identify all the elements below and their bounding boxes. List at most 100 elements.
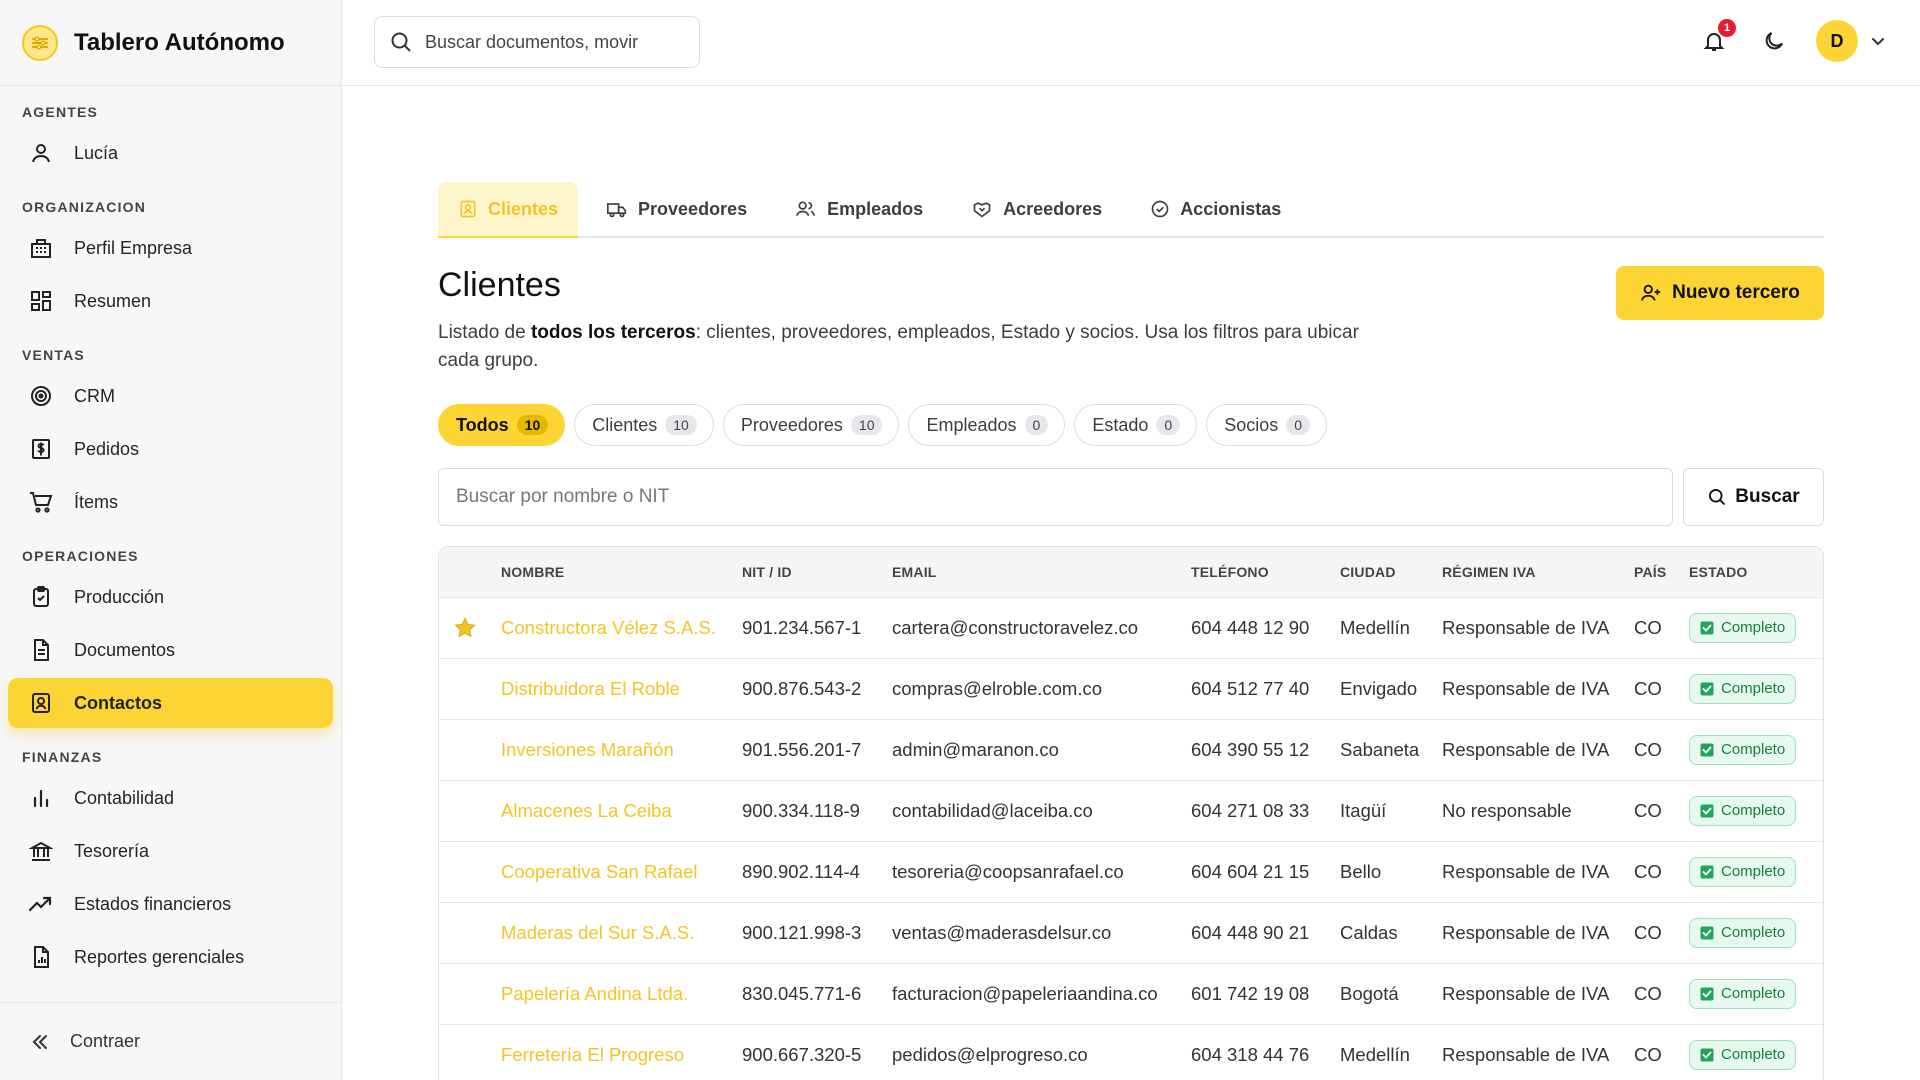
sidebar-item-tesoreria[interactable]: Tesorería (8, 826, 333, 876)
search-button[interactable]: Buscar (1683, 468, 1824, 526)
search-icon (1707, 487, 1727, 507)
contact-name-link[interactable]: Ferretería El Progreso (501, 1023, 742, 1080)
building-icon (26, 233, 56, 263)
favorite-toggle[interactable] (439, 596, 501, 658)
filter-row: Buscar (438, 468, 1824, 526)
sidebar-item-label: Reportes gerenciales (74, 946, 245, 967)
check-square-icon (1700, 1048, 1714, 1062)
user-plus-icon (1640, 282, 1662, 304)
theme-toggle-button[interactable] (1758, 25, 1790, 57)
table-row[interactable]: Cooperativa San Rafael 890.902.114-4 tesor… (439, 840, 1823, 902)
table-row[interactable]: Almacenes La Ceiba 900.334.118-9 contabili… (439, 779, 1823, 841)
table-row[interactable]: Inversiones Marañón 901.556.201-7 admin@ma… (439, 718, 1823, 780)
col-pais[interactable]: PAÍS (1634, 547, 1689, 597)
cell-email: pedidos@elprogreso.co (892, 1023, 1191, 1080)
tab-proveedores[interactable]: Proveedores (586, 182, 767, 236)
chip-socios[interactable]: Socios 0 (1206, 404, 1328, 446)
table-row[interactable]: Maderas del Sur S.A.S. 900.121.998-3 venta… (439, 901, 1823, 963)
sidebar-item-produccion[interactable]: Producción (8, 572, 333, 622)
chip-todos[interactable]: Todos 10 (438, 404, 566, 446)
col-telefono[interactable]: TELÉFONO (1191, 547, 1340, 597)
chip-clientes[interactable]: Clientes 10 (574, 404, 714, 446)
col-nombre[interactable]: NOMBRE (501, 547, 742, 597)
contact-name-link[interactable]: Almacenes La Ceiba (501, 779, 742, 841)
avatar[interactable]: D (1816, 20, 1858, 62)
cell-email: tesoreria@coopsanrafael.co (892, 840, 1191, 902)
sidebar-item-crm[interactable]: CRM (8, 371, 333, 421)
favorite-toggle[interactable] (439, 718, 501, 780)
favorite-toggle[interactable] (439, 779, 501, 841)
table-body: Constructora Vélez S.A.S. 901.234.567-1 ca… (439, 596, 1823, 1080)
sidebar-item-contactos[interactable]: Contactos (8, 678, 333, 728)
chip-empleados[interactable]: Empleados 0 (908, 404, 1066, 446)
sidebar-item-reportes-gerenciales[interactable]: Reportes gerenciales (8, 932, 333, 982)
name-nit-search-input[interactable] (456, 486, 1636, 508)
col-email[interactable]: EMAIL (892, 547, 1191, 597)
col-nit[interactable]: NIT / ID (742, 547, 892, 597)
chip-count: 0 (1286, 415, 1311, 435)
table-row[interactable]: Distribuidora El Roble 900.876.543-2 compr… (439, 657, 1823, 719)
favorite-toggle[interactable] (439, 962, 501, 1024)
sidebar-item-documentos[interactable]: Documentos (8, 625, 333, 675)
status-badge: Completo (1689, 978, 1797, 1009)
double-chevron-left-icon (30, 1032, 50, 1052)
chevron-down-icon[interactable] (1870, 33, 1886, 49)
report-icon (26, 942, 56, 972)
collapse-sidebar-button[interactable]: Contraer (0, 1002, 341, 1080)
notifications-button[interactable]: 1 (1698, 19, 1736, 57)
cell-phone: 604 318 44 76 (1191, 1023, 1340, 1080)
chip-proveedores[interactable]: Proveedores 10 (722, 404, 900, 446)
chip-label: Proveedores (740, 414, 843, 435)
col-estado[interactable]: ESTADO (1689, 547, 1823, 597)
tab-clientes[interactable]: Clientes (438, 182, 579, 238)
favorite-toggle[interactable] (439, 901, 501, 963)
new-contact-button[interactable]: Nuevo tercero (1616, 266, 1824, 320)
contact-name-link[interactable]: Maderas del Sur S.A.S. (501, 901, 742, 963)
section-label-organizacion: ORGANIZACION (22, 199, 147, 215)
sidebar-item-lucia[interactable]: Lucía (8, 128, 333, 178)
global-search-input[interactable] (425, 31, 665, 53)
table-row[interactable]: Constructora Vélez S.A.S. 901.234.567-1 ca… (439, 596, 1823, 658)
status-label: Completo (1721, 802, 1786, 819)
search-icon (389, 30, 413, 54)
notification-badge: 1 (1718, 19, 1736, 37)
status-badge: Completo (1689, 917, 1797, 948)
page-header: Clientes Listado de todos los terceros: … (438, 266, 1824, 384)
contact-name-link[interactable]: Papelería Andina Ltda. (501, 962, 742, 1024)
favorite-toggle[interactable] (439, 1023, 501, 1080)
tab-acreedores[interactable]: Acreedores (951, 182, 1122, 236)
chip-estado[interactable]: Estado 0 (1074, 404, 1198, 446)
bar-chart-icon (26, 783, 56, 813)
cell-regime: Responsable de IVA (1442, 901, 1634, 963)
contact-name-link[interactable]: Distribuidora El Roble (501, 657, 742, 719)
contact-name-link[interactable]: Inversiones Marañón (501, 718, 742, 780)
sidebar-item-resumen[interactable]: Resumen (8, 276, 333, 326)
cell-status: Completo (1689, 962, 1823, 1024)
cell-country: CO (1634, 657, 1689, 719)
table-row[interactable]: Papelería Andina Ltda. 830.045.771-6 factu… (439, 962, 1823, 1024)
favorite-toggle[interactable] (439, 657, 501, 719)
col-regimen[interactable]: RÉGIMEN IVA (1442, 547, 1634, 597)
contact-name-link[interactable]: Cooperativa San Rafael (501, 840, 742, 902)
sidebar-item-estados-financieros[interactable]: Estados financieros (8, 879, 333, 929)
favorite-toggle[interactable] (439, 840, 501, 902)
top-actions: 1 D (1698, 19, 1886, 62)
contacts-table: NOMBRE NIT / ID EMAIL TELÉFONO CIUDAD RÉ… (438, 546, 1824, 1080)
global-search[interactable] (374, 16, 700, 68)
contact-name-link[interactable]: Constructora Vélez S.A.S. (501, 596, 742, 658)
cell-regime: Responsable de IVA (1442, 657, 1634, 719)
status-label: Completo (1721, 1046, 1786, 1064)
sidebar-item-items[interactable]: Ítems (8, 477, 333, 527)
cell-status: Completo (1689, 657, 1823, 719)
chip-label: Empleados (926, 414, 1017, 435)
name-nit-search[interactable] (438, 468, 1673, 526)
sidebar-item-pedidos[interactable]: Pedidos (8, 424, 333, 474)
col-ciudad[interactable]: CIUDAD (1340, 547, 1442, 597)
sidebar-item-contabilidad[interactable]: Contabilidad (8, 773, 333, 823)
cell-email: cartera@constructoravelez.co (892, 596, 1191, 658)
tab-accionistas[interactable]: Accionistas (1130, 182, 1301, 236)
topbar: 1 D (342, 0, 1920, 86)
tab-empleados[interactable]: Empleados (775, 182, 943, 236)
sidebar-item-perfil-empresa[interactable]: Perfil Empresa (8, 223, 333, 273)
table-row[interactable]: Ferretería El Progreso 900.667.320-5 pedid… (439, 1023, 1823, 1080)
